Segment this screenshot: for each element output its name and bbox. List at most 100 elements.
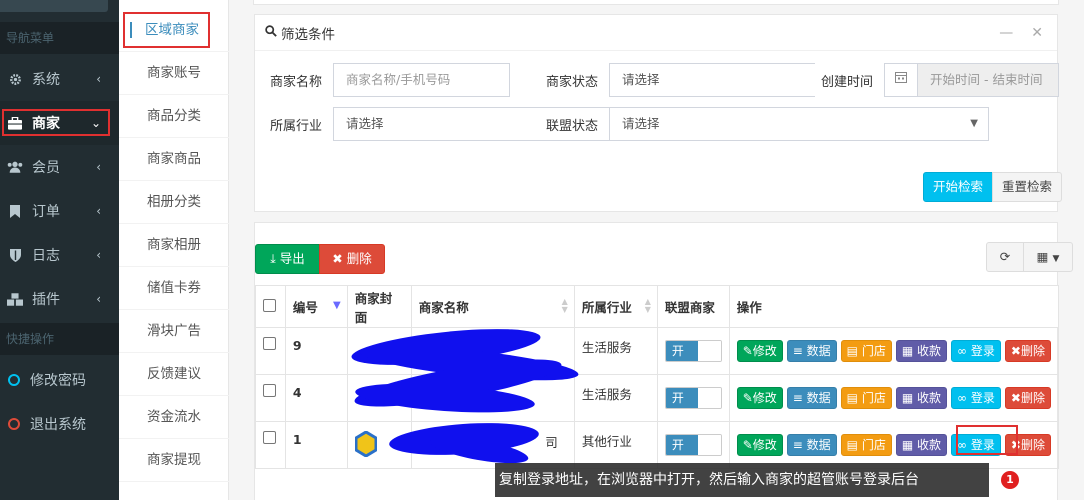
refresh-button[interactable]: ⟳	[986, 242, 1024, 272]
edit-icon: ✎	[742, 438, 753, 452]
store-button[interactable]: ▤ 门店	[840, 434, 892, 456]
alliance-toggle[interactable]: 开启	[664, 340, 722, 362]
quick-section-header: 快捷操作	[0, 323, 119, 355]
sidebar-item-label: 日志	[32, 248, 60, 264]
table-row: 1 司 其他行业 开启 ✎修改 ≡ 数据 ▤ 门店 ▦ 收款 ∞ 登录	[255, 421, 1060, 469]
batch-delete-button[interactable]: ✖ 删除	[319, 244, 385, 274]
column-label: 所属行业	[581, 300, 632, 315]
sidebar-item-label: 订单	[32, 204, 60, 220]
columns-toggle-button[interactable]: ▦ ▼	[1023, 242, 1073, 272]
close-icon: ✖	[1010, 391, 1021, 405]
action-label: 收款	[917, 438, 942, 452]
payment-button[interactable]: ▦ 收款	[895, 434, 948, 456]
table-icon: ▤	[846, 438, 859, 452]
edit-icon: ✎	[742, 344, 753, 358]
sidebar-item-label: 系统	[32, 72, 60, 88]
close-icon[interactable]: ✕	[1031, 25, 1043, 41]
reset-button[interactable]: 重置检索	[992, 172, 1062, 202]
submenu-item-stored-value-cards[interactable]: 储值卡券	[119, 267, 229, 310]
store-button[interactable]: ▤ 门店	[840, 340, 892, 362]
qrcode-icon: ▦	[901, 438, 914, 452]
alliance-status-select[interactable]: 请选择 ▼	[609, 107, 989, 141]
alliance-toggle[interactable]: 开启	[664, 387, 722, 409]
login-button[interactable]: ∞ 登录	[951, 387, 1001, 409]
merchant-submenu: 区域商家 商家账号 商品分类 商家商品 相册分类 商家相册 储值卡券 滑块广告 …	[119, 0, 229, 500]
chevron-left-icon: ‹	[96, 72, 101, 86]
alliance-toggle[interactable]: 开启	[664, 434, 722, 456]
sidebar-item-merchant[interactable]: 商家 ⌄	[0, 101, 119, 145]
submenu-item-merchant-products[interactable]: 商家商品	[119, 138, 229, 181]
action-label: 门店	[861, 391, 886, 405]
edit-button[interactable]: ✎修改	[736, 434, 783, 456]
actions-cell: ✎修改 ≡ 数据 ▤ 门店 ▦ 收款 ∞ 登录 ✖删除	[728, 374, 1060, 422]
alliance-status-label: 联盟状态	[546, 115, 599, 134]
merchant-industry: 其他行业	[573, 421, 658, 469]
submenu-item-slider-ads[interactable]: 滑块广告	[119, 310, 229, 353]
search-button[interactable]: 开始检索	[923, 172, 993, 202]
data-button[interactable]: ≡ 数据	[786, 340, 837, 362]
data-button[interactable]: ≡ 数据	[786, 434, 837, 456]
submenu-item-merchant-account[interactable]: 商家账号	[119, 52, 229, 95]
edit-button[interactable]: ✎修改	[736, 340, 783, 362]
column-header-id[interactable]: 编号 ▼	[284, 285, 348, 328]
circle-icon	[8, 418, 20, 430]
row-checkbox[interactable]	[263, 384, 276, 397]
caret-down-icon: ▼	[970, 118, 978, 129]
change-password-link[interactable]: 修改密码	[0, 358, 119, 402]
export-button[interactable]: ⤓ 导出	[255, 244, 320, 274]
submenu-item-product-category[interactable]: 商品分类	[119, 95, 229, 138]
select-all-cell[interactable]	[255, 285, 286, 328]
sidebar-item-logs[interactable]: 日志 ‹	[0, 233, 119, 277]
chevron-left-icon: ‹	[96, 204, 101, 218]
data-button[interactable]: ≡ 数据	[786, 387, 837, 409]
delete-button[interactable]: ✖删除	[1004, 340, 1051, 362]
table-header-row: 编号 ▼ 商家封面 商家名称 ▲ ▼ 所属行业 ▲ ▼ 联盟商家 操作	[255, 285, 1060, 328]
payment-button[interactable]: ▦ 收款	[895, 387, 948, 409]
collapse-icon[interactable]: —	[999, 25, 1013, 41]
action-label: 删除	[1020, 391, 1045, 405]
sidebar-item-label: 插件	[32, 292, 60, 308]
action-label: 数据	[806, 438, 831, 452]
merchant-name-input[interactable]: 商家名称/手机号码	[333, 63, 510, 97]
submenu-item-fund-flow[interactable]: 资金流水	[119, 396, 229, 439]
filter-title: 筛选条件	[281, 26, 335, 43]
main-content: 筛选条件 — ✕ 商家名称 商家名称/手机号码 商家状态 请选择 创建时间 开始…	[229, 0, 1084, 500]
sidebar-item-orders[interactable]: 订单 ‹	[0, 189, 119, 233]
download-icon: ⤓	[270, 251, 276, 266]
merchant-status-select[interactable]: 请选择	[609, 63, 815, 97]
sidebar-item-plugins[interactable]: 插件 ‹	[0, 277, 119, 321]
edit-button[interactable]: ✎修改	[736, 387, 783, 409]
column-header-name[interactable]: 商家名称 ▲ ▼	[410, 285, 575, 328]
delete-button[interactable]: ✖删除	[1004, 387, 1051, 409]
sidebar-item-system[interactable]: 系统 ‹	[0, 57, 119, 101]
row-checkbox[interactable]	[263, 337, 276, 350]
submenu-item-feedback[interactable]: 反馈建议	[119, 353, 229, 396]
filter-header: 筛选条件 — ✕	[255, 15, 1057, 51]
merchant-id: 4	[284, 374, 348, 422]
link-icon: ∞	[957, 391, 968, 405]
login-button[interactable]: ∞ 登录	[951, 340, 1001, 362]
submenu-item-withdrawals[interactable]: 商家提现	[119, 439, 229, 482]
delete-label: 删除	[346, 251, 372, 266]
created-time-range-input[interactable]: 开始时间 - 结束时间	[917, 63, 1059, 97]
sidebar-item-members[interactable]: 会员 ‹	[0, 145, 119, 189]
caret-down-icon: ▼	[1052, 254, 1060, 264]
column-header-industry[interactable]: 所属行业 ▲ ▼	[573, 285, 658, 328]
action-label: 登录	[970, 391, 995, 405]
toggle-on-label: 开启	[665, 435, 699, 455]
sidebar-search-box[interactable]	[0, 0, 108, 12]
logout-link[interactable]: 退出系统	[0, 402, 119, 446]
select-all-checkbox[interactable]	[263, 298, 276, 312]
column-header-actions: 操作	[728, 285, 1060, 328]
submenu-item-merchant-album[interactable]: 商家相册	[119, 224, 229, 267]
export-label: 导出	[279, 251, 305, 266]
submenu-item-album-category[interactable]: 相册分类	[119, 181, 229, 224]
row-checkbox[interactable]	[263, 431, 276, 444]
database-icon: ≡	[792, 438, 803, 452]
column-header-alliance: 联盟商家	[656, 285, 730, 328]
actions-cell: ✎修改 ≡ 数据 ▤ 门店 ▦ 收款 ∞ 登录 ✖删除	[728, 327, 1060, 375]
payment-button[interactable]: ▦ 收款	[895, 340, 948, 362]
cubes-icon	[6, 292, 24, 306]
store-button[interactable]: ▤ 门店	[840, 387, 892, 409]
qrcode-icon: ▦	[901, 344, 914, 358]
